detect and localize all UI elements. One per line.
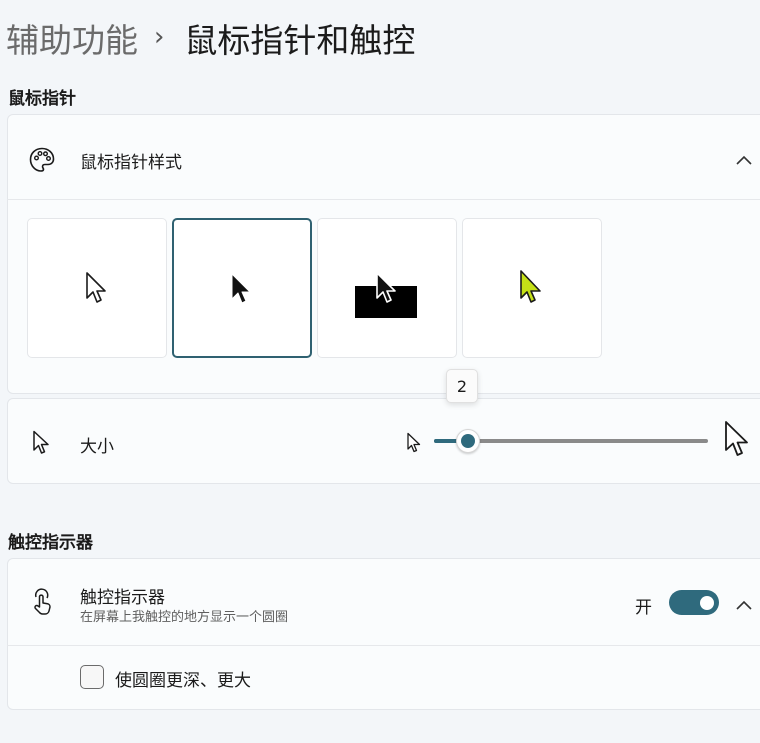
section-heading-mouse-pointer: 鼠标指针 [8, 89, 76, 109]
pointer-style-label: 鼠标指针样式 [80, 153, 182, 173]
page-title: 鼠标指针和触控 [184, 21, 416, 60]
darker-circle-label: 使圆圈更深、更大 [115, 671, 251, 691]
pointer-size-slider-thumb[interactable] [456, 429, 481, 453]
custom-pointer-icon [520, 270, 541, 303]
inverted-pointer-icon [376, 272, 396, 303]
black-pointer-icon [231, 273, 251, 304]
breadcrumb-parent[interactable]: 辅助功能 [6, 14, 138, 62]
slider-value: 2 [456, 376, 468, 396]
toggle-state-label: 开 [635, 598, 652, 618]
large-pointer-icon [723, 420, 753, 464]
touch-icon [30, 588, 56, 620]
pointer-style-white[interactable] [27, 218, 167, 358]
darker-circle-checkbox[interactable] [80, 665, 104, 689]
pointer-style-custom[interactable] [462, 218, 602, 358]
pointer-icon [32, 430, 52, 460]
chevron-up-icon[interactable] [735, 151, 753, 170]
slider-value-tooltip: 2 [446, 369, 478, 403]
divider [7, 645, 760, 646]
pointer-style-inverted[interactable] [317, 218, 457, 358]
palette-icon [28, 146, 56, 178]
breadcrumb: 辅助功能 › 鼠标指针和触控 [6, 14, 415, 62]
pointer-style-black[interactable] [172, 218, 312, 358]
pointer-size-label: 大小 [80, 437, 114, 457]
breadcrumb-separator: › [154, 22, 165, 52]
touch-indicator-subtitle: 在屏幕上我触控的地方显示一个圆圈 [80, 610, 289, 625]
chevron-up-icon[interactable] [735, 596, 753, 615]
white-pointer-icon [86, 272, 106, 303]
touch-indicator-title: 触控指示器 [80, 588, 165, 608]
touch-indicator-toggle[interactable] [669, 590, 719, 615]
divider [7, 199, 760, 200]
small-pointer-icon [406, 432, 422, 458]
section-heading-touch: 触控指示器 [8, 533, 93, 553]
